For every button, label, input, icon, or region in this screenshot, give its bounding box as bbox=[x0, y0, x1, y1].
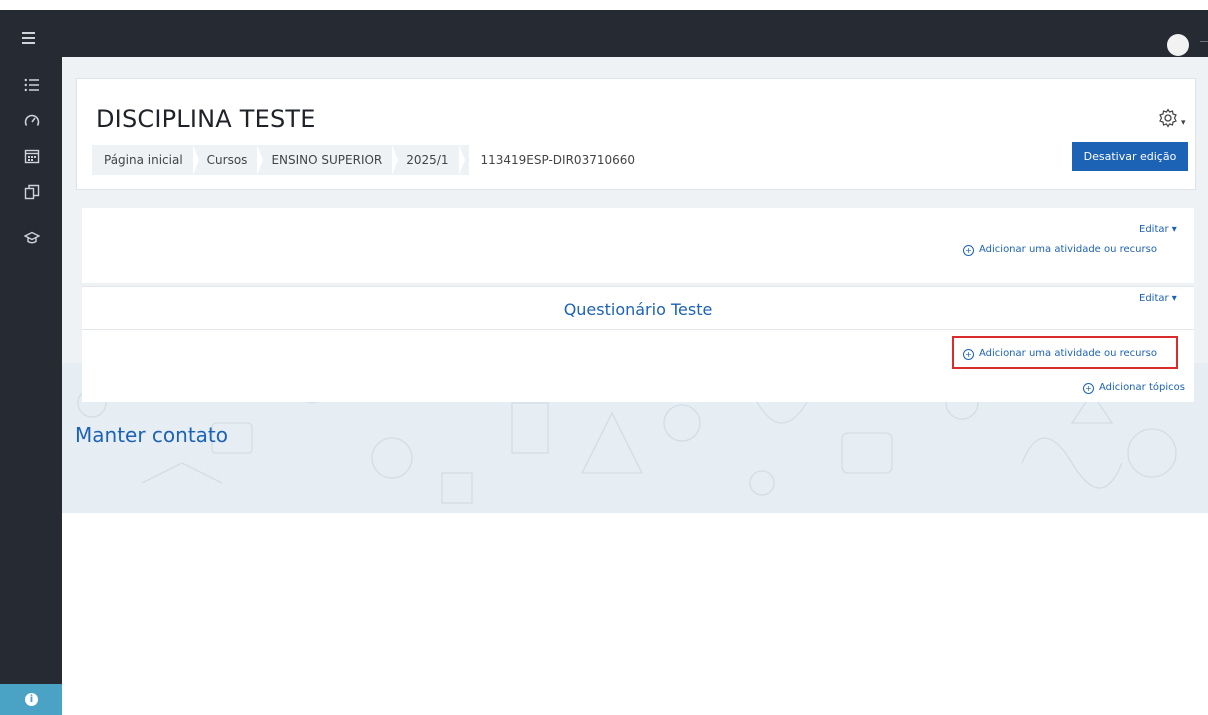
calendar-icon[interactable] bbox=[24, 148, 40, 164]
section-questionario-edit-menu[interactable]: Editar ▾ bbox=[1139, 293, 1177, 304]
add-circle-icon: + bbox=[963, 349, 974, 360]
breadcrumb-course-code[interactable]: 113419ESP-DIR03710660 bbox=[468, 145, 788, 175]
section-questionario-add-activity[interactable]: + Adicionar uma atividade ou recurso bbox=[963, 348, 1157, 360]
info-icon: i bbox=[25, 693, 38, 706]
add-activity-label: Adicionar uma atividade ou recurso bbox=[979, 348, 1157, 359]
add-circle-icon: + bbox=[1083, 383, 1094, 394]
breadcrumb-home[interactable]: Página inicial bbox=[92, 145, 199, 175]
section-general-edit-menu[interactable]: Editar ▾ bbox=[1139, 224, 1177, 235]
section-questionario-header: Questionário Teste Editar ▾ bbox=[82, 286, 1194, 330]
dashboard-icon[interactable] bbox=[24, 113, 40, 129]
top-strip bbox=[0, 0, 1208, 10]
section-general-add-activity[interactable]: + Adicionar uma atividade ou recurso bbox=[963, 244, 1157, 256]
breadcrumb-courses[interactable]: Cursos bbox=[195, 145, 264, 175]
graduation-cap-icon[interactable] bbox=[24, 230, 40, 246]
avatar-icon[interactable] bbox=[1167, 34, 1189, 56]
toggle-edit-button[interactable]: Desativar edição bbox=[1072, 142, 1188, 171]
list-icon[interactable] bbox=[24, 77, 40, 93]
breadcrumb-category[interactable]: ENSINO SUPERIOR bbox=[259, 145, 399, 175]
page-header-card: DISCIPLINA TESTE ▾ Página inicial Cursos… bbox=[76, 78, 1196, 190]
user-menu-caret-icon[interactable] bbox=[1200, 41, 1208, 42]
section-title[interactable]: Questionário Teste bbox=[82, 300, 1194, 319]
nav-drawer bbox=[0, 57, 62, 715]
add-circle-icon: + bbox=[963, 245, 974, 256]
gear-icon[interactable] bbox=[1158, 108, 1178, 128]
section-questionario-body: + Adicionar uma atividade ou recurso + Adi… bbox=[82, 330, 1194, 402]
info-button[interactable]: i bbox=[0, 684, 62, 715]
add-activity-label: Adicionar uma atividade ou recurso bbox=[979, 244, 1157, 255]
files-icon[interactable] bbox=[24, 184, 40, 200]
footer-contact-title: Manter contato bbox=[75, 423, 228, 447]
add-topics-label: Adicionar tópicos bbox=[1099, 382, 1185, 393]
page-title: DISCIPLINA TESTE bbox=[96, 105, 316, 133]
gear-caret-icon[interactable]: ▾ bbox=[1181, 118, 1186, 128]
add-topics-link[interactable]: + Adicionar tópicos bbox=[1083, 382, 1185, 394]
hamburger-icon[interactable] bbox=[22, 32, 35, 44]
section-general: Editar ▾ + Adicionar uma atividade ou rec… bbox=[82, 208, 1194, 283]
breadcrumb: Página inicial Cursos ENSINO SUPERIOR 20… bbox=[92, 145, 788, 175]
breadcrumb-term[interactable]: 2025/1 bbox=[394, 145, 465, 175]
top-navbar bbox=[0, 10, 1208, 57]
